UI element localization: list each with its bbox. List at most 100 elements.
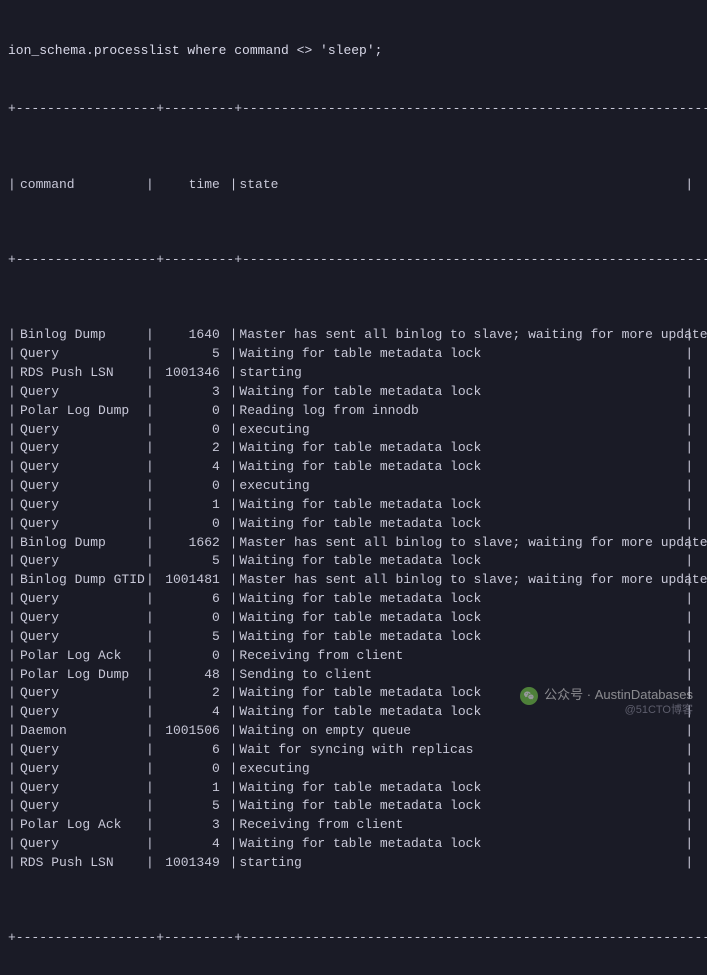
column-separator: |: [685, 552, 693, 571]
column-separator: |: [146, 666, 154, 685]
cell-state: Waiting for table metadata lock: [237, 703, 685, 722]
cell-state: executing: [237, 760, 685, 779]
cell-time: 1001506: [154, 722, 222, 741]
cell-time: 0: [154, 402, 222, 421]
column-separator: |: [222, 647, 238, 666]
cell-command: RDS Push LSN: [18, 364, 146, 383]
cell-time: 0: [154, 421, 222, 440]
column-separator: |: [146, 703, 154, 722]
cell-command: Query: [18, 590, 146, 609]
column-separator: |: [222, 590, 238, 609]
table-row: |Polar Log Dump|0 |Reading log from inno…: [8, 402, 699, 421]
column-separator: |: [146, 477, 154, 496]
table-row: |Query|1 |Waiting for table metadata loc…: [8, 779, 699, 798]
table-row: |Binlog Dump|1662 |Master has sent all b…: [8, 534, 699, 553]
watermark-sub: @51CTO博客: [625, 703, 693, 719]
table-row: |Binlog Dump GTID|1001481 |Master has se…: [8, 571, 699, 590]
column-separator: |: [8, 609, 18, 628]
cell-time: 5: [154, 797, 222, 816]
cell-time: 0: [154, 609, 222, 628]
column-separator: |: [146, 816, 154, 835]
cell-command: Query: [18, 477, 146, 496]
column-separator: |: [146, 515, 154, 534]
column-separator: |: [222, 326, 238, 345]
column-separator: |: [685, 477, 693, 496]
column-separator: |: [146, 722, 154, 741]
table-header-row: | command | time | state |: [8, 176, 699, 195]
cell-time: 3: [154, 816, 222, 835]
column-separator: |: [146, 345, 154, 364]
cell-state: Waiting for table metadata lock: [237, 496, 685, 515]
cell-time: 0: [154, 477, 222, 496]
table-row: |Query|3 |Waiting for table metadata loc…: [8, 383, 699, 402]
cell-state: Receiving from client: [237, 647, 685, 666]
cell-command: Query: [18, 552, 146, 571]
table-row: |Query|0 |executing|: [8, 477, 699, 496]
column-separator: |: [8, 854, 18, 873]
cell-state: Sending to client: [237, 666, 685, 685]
column-separator: |: [222, 779, 238, 798]
cell-command: Query: [18, 496, 146, 515]
column-separator: |: [222, 835, 238, 854]
cell-time: 0: [154, 760, 222, 779]
cell-time: 0: [154, 647, 222, 666]
column-separator: |: [146, 458, 154, 477]
column-separator: |: [8, 816, 18, 835]
cell-state: Waiting for table metadata lock: [237, 439, 685, 458]
column-separator: |: [685, 383, 693, 402]
column-separator: |: [685, 176, 693, 195]
column-separator: |: [8, 402, 18, 421]
column-separator: |: [222, 458, 238, 477]
table-row: |Query|4 |Waiting for table metadata loc…: [8, 835, 699, 854]
cell-state: Waiting for table metadata lock: [237, 779, 685, 798]
column-separator: |: [146, 364, 154, 383]
table-row: |Daemon|1001506 |Waiting on empty queue|: [8, 722, 699, 741]
column-separator: |: [222, 383, 238, 402]
column-separator: |: [8, 684, 18, 703]
column-separator: |: [8, 458, 18, 477]
column-separator: |: [146, 326, 154, 345]
cell-command: Query: [18, 609, 146, 628]
column-separator: |: [8, 176, 18, 195]
table-row: |Query|4 |Waiting for table metadata loc…: [8, 703, 699, 722]
column-separator: |: [685, 609, 693, 628]
column-separator: |: [685, 534, 693, 553]
cell-state: Waiting for table metadata lock: [237, 835, 685, 854]
table-row: |Polar Log Dump|48 |Sending to client|: [8, 666, 699, 685]
column-separator: |: [8, 326, 18, 345]
table-row: |Query|6 |Waiting for table metadata loc…: [8, 590, 699, 609]
cell-time: 4: [154, 835, 222, 854]
column-separator: |: [685, 797, 693, 816]
cell-time: 0: [154, 515, 222, 534]
column-separator: |: [8, 421, 18, 440]
table-row: |RDS Push LSN|1001346 |starting|: [8, 364, 699, 383]
cell-time: 6: [154, 590, 222, 609]
column-separator: |: [685, 628, 693, 647]
table-row: |Query|0 |executing|: [8, 760, 699, 779]
column-separator: |: [8, 439, 18, 458]
column-separator: |: [8, 534, 18, 553]
column-separator: |: [685, 515, 693, 534]
column-separator: |: [222, 364, 238, 383]
cell-time: 5: [154, 552, 222, 571]
column-separator: |: [685, 854, 693, 873]
column-separator: |: [222, 477, 238, 496]
column-separator: |: [685, 760, 693, 779]
column-separator: |: [8, 628, 18, 647]
cell-command: RDS Push LSN: [18, 854, 146, 873]
column-separator: |: [222, 421, 238, 440]
column-separator: |: [685, 835, 693, 854]
column-separator: |: [222, 402, 238, 421]
column-separator: |: [685, 741, 693, 760]
column-separator: |: [685, 364, 693, 383]
column-separator: |: [222, 552, 238, 571]
cell-time: 1001349: [154, 854, 222, 873]
cell-time: 1001346: [154, 364, 222, 383]
table-row: |Query|1 |Waiting for table metadata loc…: [8, 496, 699, 515]
table-row: |Polar Log Ack|0 |Receiving from client|: [8, 647, 699, 666]
cell-command: Binlog Dump: [18, 534, 146, 553]
column-separator: |: [146, 383, 154, 402]
column-separator: |: [146, 647, 154, 666]
cell-state: Master has sent all binlog to slave; wai…: [237, 326, 685, 345]
column-separator: |: [8, 571, 18, 590]
